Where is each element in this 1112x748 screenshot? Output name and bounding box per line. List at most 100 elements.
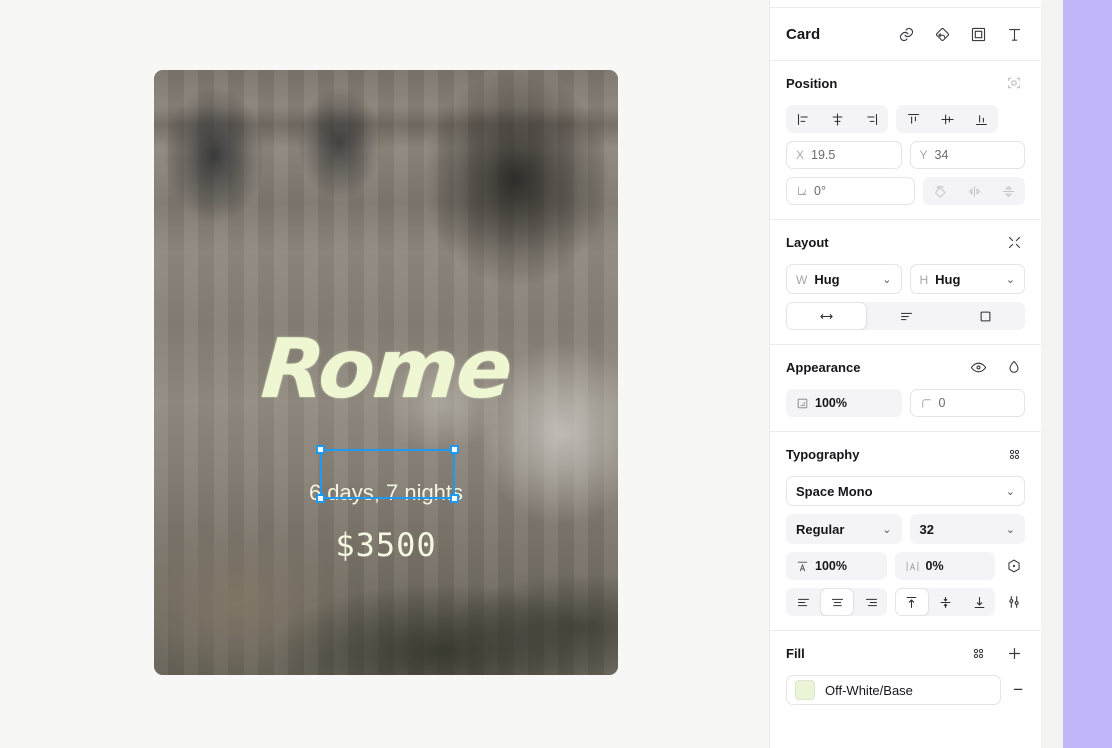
styles-icon[interactable] bbox=[1003, 443, 1025, 465]
font-weight-select[interactable]: Regular ⌄ bbox=[786, 514, 902, 544]
font-family-select[interactable]: Space Mono ⌄ bbox=[786, 476, 1025, 506]
height-value: Hug bbox=[935, 271, 961, 287]
typography-section: Typography Space Mono ⌄ Regular ⌄ 32 ⌄ 1… bbox=[770, 432, 1041, 631]
corner-radius-value: 0 bbox=[938, 396, 946, 410]
height-select[interactable]: H Hug ⌄ bbox=[909, 264, 1025, 294]
flip-vertical-icon[interactable] bbox=[991, 177, 1025, 205]
align-text-center-button[interactable] bbox=[820, 588, 854, 616]
align-vertical-center-button[interactable] bbox=[930, 105, 964, 133]
panel-top-divider bbox=[770, 0, 1041, 8]
text-icon[interactable] bbox=[1003, 23, 1025, 45]
chevron-down-icon: ⌄ bbox=[882, 523, 892, 536]
align-text-bottom-button[interactable] bbox=[963, 588, 996, 616]
width-value: Hug bbox=[814, 271, 840, 287]
opacity-input[interactable]: 100% bbox=[786, 389, 902, 417]
horizontal-resize-icon[interactable] bbox=[786, 302, 867, 330]
type-settings-icon[interactable] bbox=[1003, 591, 1025, 613]
layout-title: Layout bbox=[786, 234, 829, 250]
corner-radius-icon bbox=[920, 397, 933, 410]
card-price[interactable]: $3500 bbox=[154, 525, 618, 565]
x-value: 19.5 bbox=[811, 148, 836, 162]
align-text-middle-button[interactable] bbox=[929, 588, 963, 616]
vertical-align-group[interactable] bbox=[896, 105, 998, 133]
width-select[interactable]: W Hug ⌄ bbox=[786, 264, 902, 294]
align-left-button[interactable] bbox=[786, 105, 820, 133]
align-text-top-button[interactable] bbox=[894, 588, 929, 616]
layout-mode-group[interactable] bbox=[786, 302, 1025, 330]
y-position-input[interactable]: Y 34 bbox=[909, 141, 1025, 169]
align-to-selection-icon[interactable] bbox=[1003, 72, 1025, 94]
type-detail-icon[interactable] bbox=[1003, 555, 1025, 577]
resize-handle-top-right[interactable] bbox=[450, 445, 459, 454]
selection-box[interactable] bbox=[316, 445, 459, 503]
fill-swatch[interactable] bbox=[795, 680, 815, 700]
rotation-icon bbox=[796, 185, 808, 197]
y-label: Y bbox=[919, 148, 928, 162]
fill-title: Fill bbox=[786, 645, 805, 661]
chevron-down-icon: ⌄ bbox=[1005, 485, 1015, 498]
chevron-down-icon: ⌄ bbox=[882, 273, 892, 286]
align-text-left-button[interactable] bbox=[786, 588, 820, 616]
frame-icon[interactable] bbox=[967, 23, 989, 45]
resize-handle-top-left[interactable] bbox=[316, 445, 325, 454]
layout-section: Layout W Hug ⌄ H Hug ⌄ bbox=[770, 220, 1041, 345]
card-title[interactable]: Rome bbox=[154, 322, 618, 417]
design-canvas[interactable]: Rome 6 days, 7 nights $3500 bbox=[0, 0, 769, 748]
transform-group[interactable] bbox=[923, 177, 1025, 205]
align-bottom-button[interactable] bbox=[964, 105, 998, 133]
horizontal-align-group[interactable] bbox=[786, 105, 888, 133]
letter-spacing-value: 0% bbox=[925, 559, 944, 573]
properties-panel: Card Position X 19.5 Y 34 0° Layout W Hu… bbox=[769, 0, 1041, 748]
fill-color-chip[interactable]: Off-White/Base bbox=[786, 675, 1002, 705]
align-horizontal-center-button[interactable] bbox=[820, 105, 854, 133]
rotate-icon[interactable] bbox=[923, 177, 957, 205]
chevron-down-icon: ⌄ bbox=[1005, 273, 1015, 286]
design-card[interactable]: Rome 6 days, 7 nights $3500 bbox=[154, 70, 618, 675]
resize-handle-bottom-left[interactable] bbox=[316, 494, 325, 503]
chevron-down-icon: ⌄ bbox=[1005, 523, 1015, 536]
rotation-input[interactable]: 0° bbox=[786, 177, 915, 205]
font-size-select[interactable]: 32 ⌄ bbox=[909, 514, 1025, 544]
right-edge-strip bbox=[1063, 0, 1112, 748]
position-title: Position bbox=[786, 75, 838, 91]
corner-radius-input[interactable]: 0 bbox=[909, 389, 1025, 417]
y-value: 34 bbox=[934, 148, 949, 162]
x-label: X bbox=[796, 148, 805, 162]
collapse-icon[interactable] bbox=[1003, 231, 1025, 253]
plus-icon[interactable] bbox=[1003, 642, 1025, 664]
align-text-right-button[interactable] bbox=[854, 588, 887, 616]
line-height-icon bbox=[796, 560, 809, 573]
font-weight-value: Regular bbox=[796, 521, 845, 537]
x-position-input[interactable]: X 19.5 bbox=[786, 141, 902, 169]
height-label: H bbox=[919, 272, 929, 287]
align-top-button[interactable] bbox=[896, 105, 930, 133]
flip-horizontal-icon[interactable] bbox=[957, 177, 991, 205]
text-wrap-icon[interactable] bbox=[867, 302, 946, 330]
line-height-input[interactable]: 100% bbox=[786, 552, 887, 580]
line-height-value: 100% bbox=[815, 559, 847, 573]
appearance-title: Appearance bbox=[786, 359, 861, 375]
resize-handle-bottom-right[interactable] bbox=[450, 494, 459, 503]
eye-icon[interactable] bbox=[967, 356, 989, 378]
opacity-value: 100% bbox=[815, 396, 847, 410]
droplet-icon[interactable] bbox=[1003, 356, 1025, 378]
link-icon[interactable] bbox=[895, 23, 917, 45]
fill-section: Fill Off-White/Base − bbox=[770, 631, 1041, 719]
text-align-group[interactable] bbox=[786, 588, 887, 616]
opacity-icon bbox=[796, 397, 809, 410]
font-size-value: 32 bbox=[919, 521, 934, 537]
panel-right-gutter bbox=[1041, 0, 1063, 748]
minus-icon[interactable]: − bbox=[1011, 680, 1025, 700]
position-section: Position X 19.5 Y 34 0° bbox=[770, 61, 1041, 220]
typography-title: Typography bbox=[786, 446, 860, 462]
clip-content-icon[interactable] bbox=[946, 302, 1025, 330]
fill-style-name: Off-White/Base bbox=[825, 682, 913, 698]
styles-icon[interactable] bbox=[967, 642, 989, 664]
component-icon[interactable] bbox=[931, 23, 953, 45]
width-label: W bbox=[796, 272, 808, 287]
align-right-button[interactable] bbox=[854, 105, 888, 133]
font-family-value: Space Mono bbox=[796, 483, 873, 499]
letter-spacing-input[interactable]: 0% bbox=[894, 552, 995, 580]
letter-spacing-icon bbox=[905, 560, 920, 573]
vertical-text-align-group[interactable] bbox=[894, 588, 996, 616]
